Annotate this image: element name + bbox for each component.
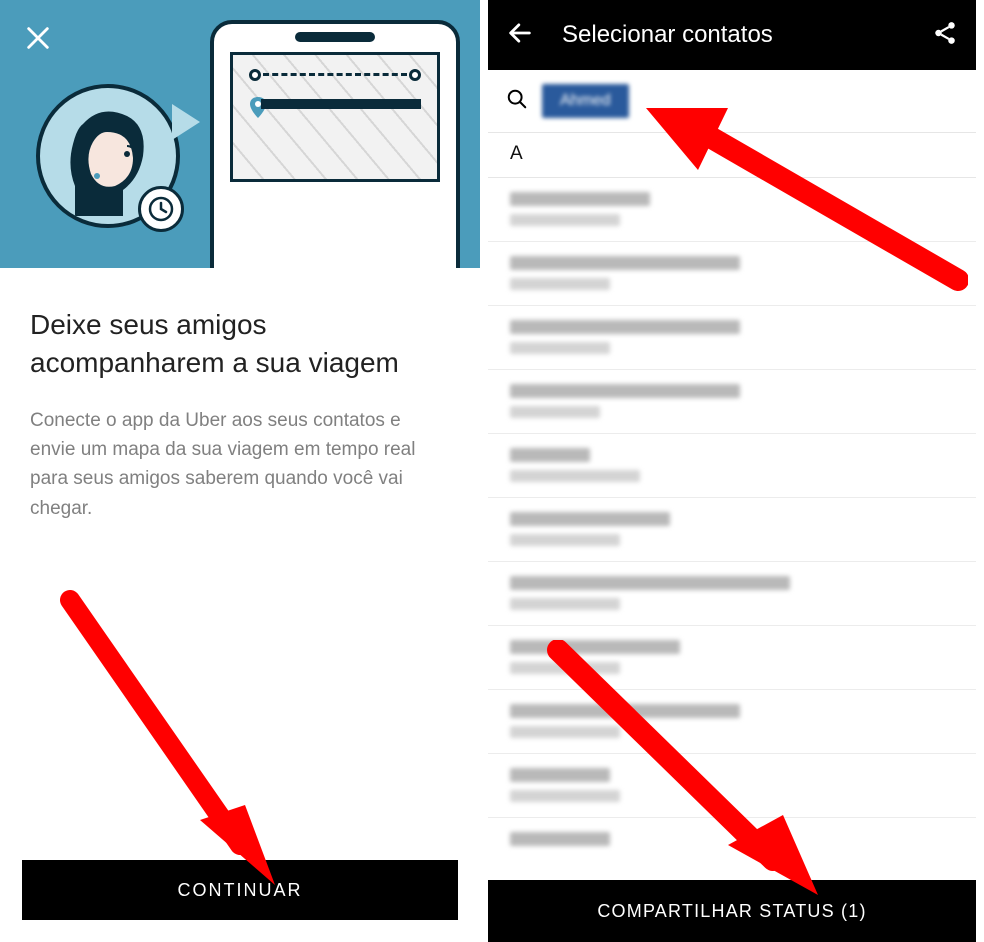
list-item[interactable] (488, 818, 976, 882)
contact-name-blurred (510, 384, 740, 398)
phone-illustration (210, 20, 460, 268)
contact-phone-blurred (510, 470, 640, 482)
contact-name-blurred (510, 192, 650, 206)
contact-phone-blurred (510, 342, 610, 354)
contact-name-blurred (510, 832, 610, 846)
hero-illustration (0, 0, 480, 268)
continue-button[interactable]: CONTINUAR (22, 860, 458, 920)
share-status-button[interactable]: COMPARTILHAR STATUS (1) (488, 880, 976, 942)
clock-icon (138, 186, 184, 232)
list-item[interactable] (488, 498, 976, 562)
list-item[interactable] (488, 370, 976, 434)
share-icon (932, 20, 958, 46)
close-icon (24, 24, 52, 52)
screen-select-contacts: Selecionar contatos Ahmed A COMPARTILHAR… (488, 0, 976, 942)
share-status-label: COMPARTILHAR STATUS (1) (597, 901, 866, 922)
contact-phone-blurred (510, 534, 620, 546)
list-item[interactable] (488, 178, 976, 242)
selected-contact-chip[interactable]: Ahmed (542, 84, 629, 118)
avatar-speech-bubble (36, 84, 180, 228)
intro-content: Deixe seus amigos acompanharem a sua via… (0, 268, 480, 543)
contact-phone-blurred (510, 726, 620, 738)
list-item[interactable] (488, 562, 976, 626)
list-item[interactable] (488, 754, 976, 818)
share-button-header[interactable] (932, 20, 958, 51)
contact-phone-blurred (510, 598, 620, 610)
contact-name-blurred (510, 320, 740, 334)
close-button[interactable] (24, 24, 52, 52)
screen-share-trip-intro: Deixe seus amigos acompanharem a sua via… (0, 0, 488, 942)
search-row[interactable]: Ahmed (488, 70, 976, 133)
contact-phone-blurred (510, 214, 620, 226)
contact-name-blurred (510, 512, 670, 526)
intro-title: Deixe seus amigos acompanharem a sua via… (30, 306, 450, 382)
header-title: Selecionar contatos (562, 21, 932, 49)
contact-name-blurred (510, 768, 610, 782)
intro-description: Conecte o app da Uber aos seus contatos … (30, 406, 450, 524)
search-icon (506, 88, 528, 115)
contact-phone-blurred (510, 406, 600, 418)
list-item[interactable] (488, 626, 976, 690)
contact-phone-blurred (510, 790, 620, 802)
contact-name-blurred (510, 256, 740, 270)
contacts-header: Selecionar contatos (488, 0, 976, 70)
list-item[interactable] (488, 434, 976, 498)
contact-list[interactable] (488, 178, 976, 882)
list-item[interactable] (488, 306, 976, 370)
contact-name-blurred (510, 704, 740, 718)
contact-name-blurred (510, 640, 680, 654)
map-illustration (230, 52, 440, 182)
annotation-arrow-continue (40, 590, 300, 890)
contact-phone-blurred (510, 662, 620, 674)
list-item[interactable] (488, 690, 976, 754)
contact-name-blurred (510, 576, 790, 590)
back-arrow-icon (506, 19, 534, 47)
list-item[interactable] (488, 242, 976, 306)
contact-name-blurred (510, 448, 590, 462)
continue-button-label: CONTINUAR (178, 880, 303, 901)
section-header-a: A (488, 133, 976, 178)
contact-phone-blurred (510, 278, 610, 290)
back-button[interactable] (506, 19, 538, 52)
